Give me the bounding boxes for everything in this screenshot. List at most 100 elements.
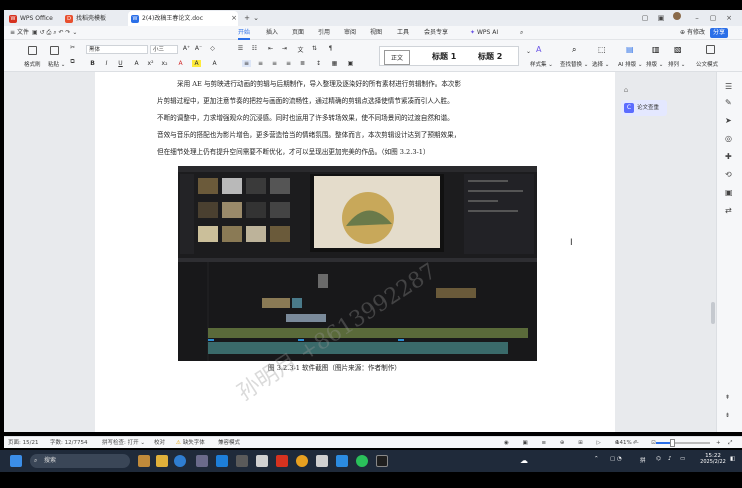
tab-docer[interactable]: D 找稻壳模板 <box>62 11 124 26</box>
taskbar-search[interactable]: ⌕ 搜索 <box>30 454 130 468</box>
subscript-icon[interactable]: x₂ <box>160 60 169 67</box>
menu-file[interactable]: ≡ 文件 <box>10 26 29 40</box>
border-icon[interactable]: ▣ <box>346 60 355 67</box>
grow-font-icon[interactable]: A⁺ <box>182 45 191 52</box>
navigation-icon[interactable]: ☰ <box>725 82 732 91</box>
highlight-icon[interactable]: A <box>192 60 201 67</box>
font-color-icon[interactable]: A <box>176 60 185 67</box>
close-tab-icon[interactable]: × <box>230 12 238 24</box>
weather-icon[interactable]: ☁ <box>520 456 528 465</box>
vscode-icon[interactable] <box>216 455 228 467</box>
increase-indent-icon[interactable]: ⇥ <box>280 45 289 52</box>
word-count[interactable]: 字数: 12/7754 <box>50 437 87 449</box>
menu-view[interactable]: 视图 <box>370 26 382 40</box>
italic-icon[interactable]: I <box>102 60 111 67</box>
menu-tools[interactable]: 工具 <box>397 26 409 40</box>
arrange-icon[interactable]: ▧ <box>674 45 683 54</box>
app-icon[interactable] <box>316 455 328 467</box>
cut-icon[interactable]: ✂ <box>68 44 77 51</box>
chevron-down-icon[interactable]: ⌄ <box>252 12 260 24</box>
close-window-icon[interactable]: × <box>724 12 734 24</box>
store-icon[interactable] <box>196 455 208 467</box>
menu-wps-ai[interactable]: ✦ WPS AI <box>470 26 498 40</box>
style-set-button[interactable]: 样式集 ⌄ <box>530 60 553 68</box>
align-center-icon[interactable]: ≡ <box>256 60 265 67</box>
quick-access-toolbar[interactable]: ▣ ↺ ⎙ ⌕ ↶ ↷ ⌄ <box>32 27 92 39</box>
fit-icon[interactable]: ⤢ <box>728 437 732 449</box>
network-icon[interactable]: ⌬ <box>656 456 661 462</box>
chrome-icon[interactable] <box>296 455 308 467</box>
select-icon[interactable]: ⬚ <box>598 45 607 54</box>
tray-chevron-icon[interactable]: ⌃ <box>594 456 599 462</box>
history-icon[interactable]: ⟲ <box>725 170 732 179</box>
align-right-icon[interactable]: ≡ <box>270 60 279 67</box>
style-normal[interactable]: 正文 <box>384 50 411 65</box>
window-switch-icon[interactable]: ▢ <box>640 12 650 24</box>
zoom-slider[interactable] <box>656 439 710 447</box>
clock[interactable]: 15:22 2025/2/22 <box>700 453 726 465</box>
format-painter-button[interactable]: 格式刷 <box>24 60 41 68</box>
notification-icon[interactable]: ◧ <box>730 456 735 462</box>
save-icon[interactable]: ▣ <box>725 188 733 197</box>
menu-home[interactable]: 开始 <box>238 26 251 40</box>
distribute-icon[interactable]: ≣ <box>298 60 307 67</box>
scrollbar-thumb[interactable] <box>711 302 715 324</box>
layout-icon[interactable]: ▥ <box>652 45 661 54</box>
decrease-indent-icon[interactable]: ⇤ <box>266 45 275 52</box>
arrange-button[interactable]: 排列 ⌄ <box>668 60 685 68</box>
bold-icon[interactable]: B <box>88 60 97 67</box>
justify-icon[interactable]: ≡ <box>284 60 293 67</box>
spell-check[interactable]: 拼写检查: 打开 ⌄ <box>102 437 145 449</box>
minimize-icon[interactable]: – <box>692 12 702 24</box>
missing-font[interactable]: ⚠ 缺失字体 <box>176 437 205 449</box>
sort-icon[interactable]: ⇅ <box>310 45 319 52</box>
edge-icon[interactable] <box>174 455 186 467</box>
paste-button[interactable]: 粘贴 ⌄ <box>48 60 65 68</box>
find-replace-button[interactable]: 查找替换 ⌄ <box>560 60 588 68</box>
proofread[interactable]: 校对 <box>154 437 165 449</box>
menu-insert[interactable]: 插入 <box>266 26 278 40</box>
page-count[interactable]: 页面: 15/21 <box>8 437 38 449</box>
font-shading-icon[interactable]: A <box>210 60 219 67</box>
share-button[interactable]: 分享 <box>710 28 729 38</box>
superscript-icon[interactable]: x² <box>146 60 155 67</box>
chinese-layout-icon[interactable]: 文 <box>296 45 305 54</box>
windows-start-icon[interactable] <box>10 455 22 467</box>
puzzle-icon[interactable]: ✚ <box>725 152 732 161</box>
menu-reference[interactable]: 引用 <box>318 26 330 40</box>
maximize-icon[interactable]: ▢ <box>708 12 718 24</box>
font-size-select[interactable]: 小三 <box>150 45 178 54</box>
collapse-icon[interactable]: ⌂ <box>621 86 631 96</box>
capcut-icon[interactable] <box>376 455 388 467</box>
paste-icon[interactable] <box>50 46 59 55</box>
ime-indicator[interactable]: 拼 <box>640 456 646 464</box>
align-left-icon[interactable]: ≡ <box>242 60 251 67</box>
layout-icon[interactable]: ▣ <box>656 12 666 24</box>
scroll-up-icon[interactable]: ⇞ <box>725 394 730 401</box>
file-explorer-icon[interactable] <box>156 455 168 467</box>
zoom-level[interactable]: 141% <box>616 437 632 449</box>
lark-icon[interactable] <box>336 455 348 467</box>
strikethrough-icon[interactable]: A <box>132 60 141 67</box>
select-button[interactable]: 选择 ⌄ <box>592 60 609 68</box>
zoom-slider-thumb[interactable] <box>670 439 675 447</box>
app-icon[interactable] <box>236 455 248 467</box>
scroll-down-icon[interactable]: ⇟ <box>725 412 730 419</box>
new-tab-icon[interactable]: + <box>242 12 252 24</box>
ai-layout-icon[interactable]: ▤ <box>626 45 635 54</box>
style-gallery-more-icon[interactable]: ⌄ <box>524 48 533 55</box>
copy-icon[interactable]: ⧉ <box>68 58 77 66</box>
zoom-in-icon[interactable]: + <box>716 437 721 449</box>
menu-page[interactable]: 页面 <box>292 26 304 40</box>
shading-icon[interactable]: ▦ <box>330 60 339 67</box>
app-icon[interactable] <box>256 455 268 467</box>
doc-style-button[interactable]: 公文模式 <box>696 60 718 68</box>
avatar[interactable] <box>672 12 682 24</box>
style-heading-2[interactable]: 标题 2 <box>478 51 502 62</box>
menu-review[interactable]: 审阅 <box>344 26 356 40</box>
widgets-icon[interactable] <box>138 455 150 467</box>
numbered-list-icon[interactable]: ☷ <box>250 45 259 52</box>
layout-button[interactable]: 排版 ⌄ <box>646 60 663 68</box>
ai-layout-button[interactable]: AI 排版 ⌄ <box>618 60 643 68</box>
wechat-icon[interactable] <box>356 455 368 467</box>
